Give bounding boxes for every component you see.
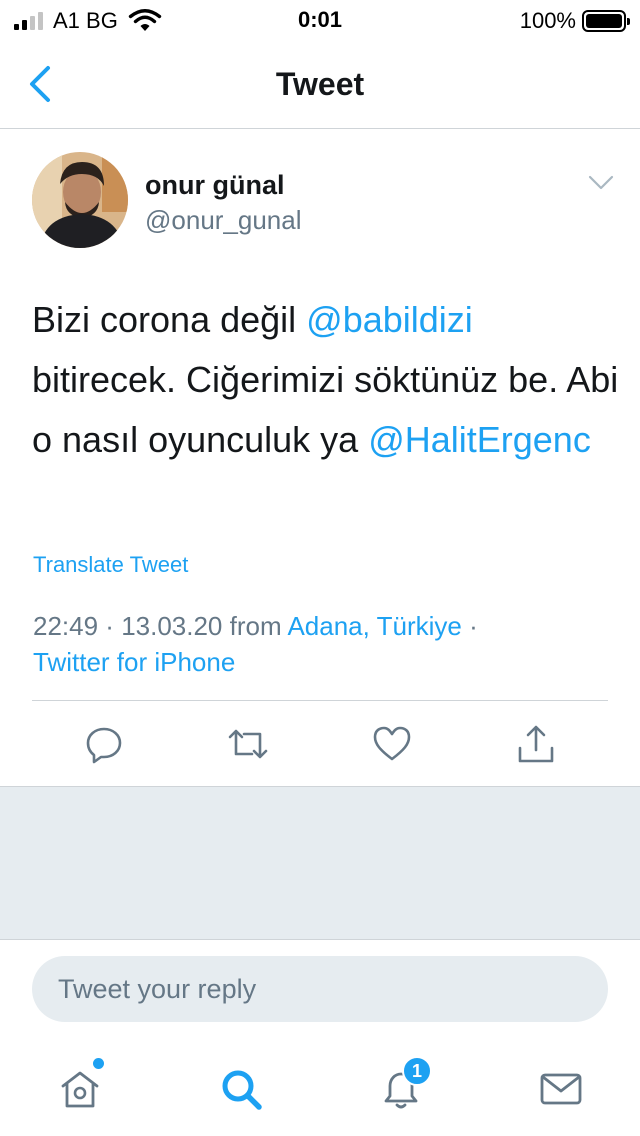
replies-area [0, 786, 640, 940]
tab-bar: 1 [0, 1042, 640, 1136]
new-content-dot [93, 1058, 104, 1069]
tab-notifications[interactable]: 1 [376, 1056, 432, 1114]
reply-icon[interactable] [84, 724, 124, 764]
status-bar: A1 BG 0:01 100% [0, 0, 640, 40]
navigation-bar: Tweet [0, 40, 640, 129]
location-link[interactable]: Adana, Türkiye [287, 611, 461, 641]
reply-input[interactable] [32, 956, 608, 1022]
notification-badge: 1 [402, 1056, 432, 1086]
divider [32, 700, 608, 701]
author-handle[interactable]: @onur_gunal [145, 205, 302, 236]
reply-bar [0, 941, 640, 1041]
tab-home[interactable] [55, 1058, 105, 1114]
battery-percentage: 100% [519, 8, 576, 33]
tweet-time: 22:49 [33, 611, 99, 641]
tab-messages[interactable] [536, 1064, 586, 1114]
from-label: from [229, 611, 282, 641]
tweet-text: Bizi corona değil @babildizi bitirecek. … [32, 290, 622, 470]
mention-link[interactable]: @HalitErgenc [368, 419, 591, 460]
tweet-date: 13.03.20 [121, 611, 223, 641]
like-icon[interactable] [372, 724, 412, 764]
home-icon [61, 1071, 99, 1108]
tweet: onur günal @onur_gunal Bizi corona değil… [0, 130, 640, 785]
search-icon [222, 1070, 262, 1110]
retweet-icon[interactable] [228, 724, 268, 764]
page-title: Tweet [275, 66, 365, 102]
chevron-down-icon[interactable] [588, 174, 614, 192]
avatar-photo [32, 152, 128, 248]
status-right: 100% [519, 8, 630, 34]
avatar[interactable] [32, 152, 128, 248]
messages-icon [540, 1073, 582, 1105]
author-name[interactable]: onur günal [145, 170, 284, 201]
tweet-detail-screen: A1 BG 0:01 100% Tweet onur günal @onur_g… [0, 0, 640, 1136]
share-icon[interactable] [516, 724, 556, 764]
battery-icon [582, 10, 630, 32]
tab-search[interactable] [216, 1064, 266, 1114]
mention-link[interactable]: @babildizi [306, 299, 473, 340]
translate-tweet-link[interactable]: Translate Tweet [33, 552, 188, 578]
tweet-meta: 22:49 · 13.03.20 from Adana, Türkiye · T… [33, 611, 478, 677]
tweet-text-segment: Bizi corona değil [32, 299, 307, 340]
source-link[interactable]: Twitter for iPhone [33, 647, 235, 677]
